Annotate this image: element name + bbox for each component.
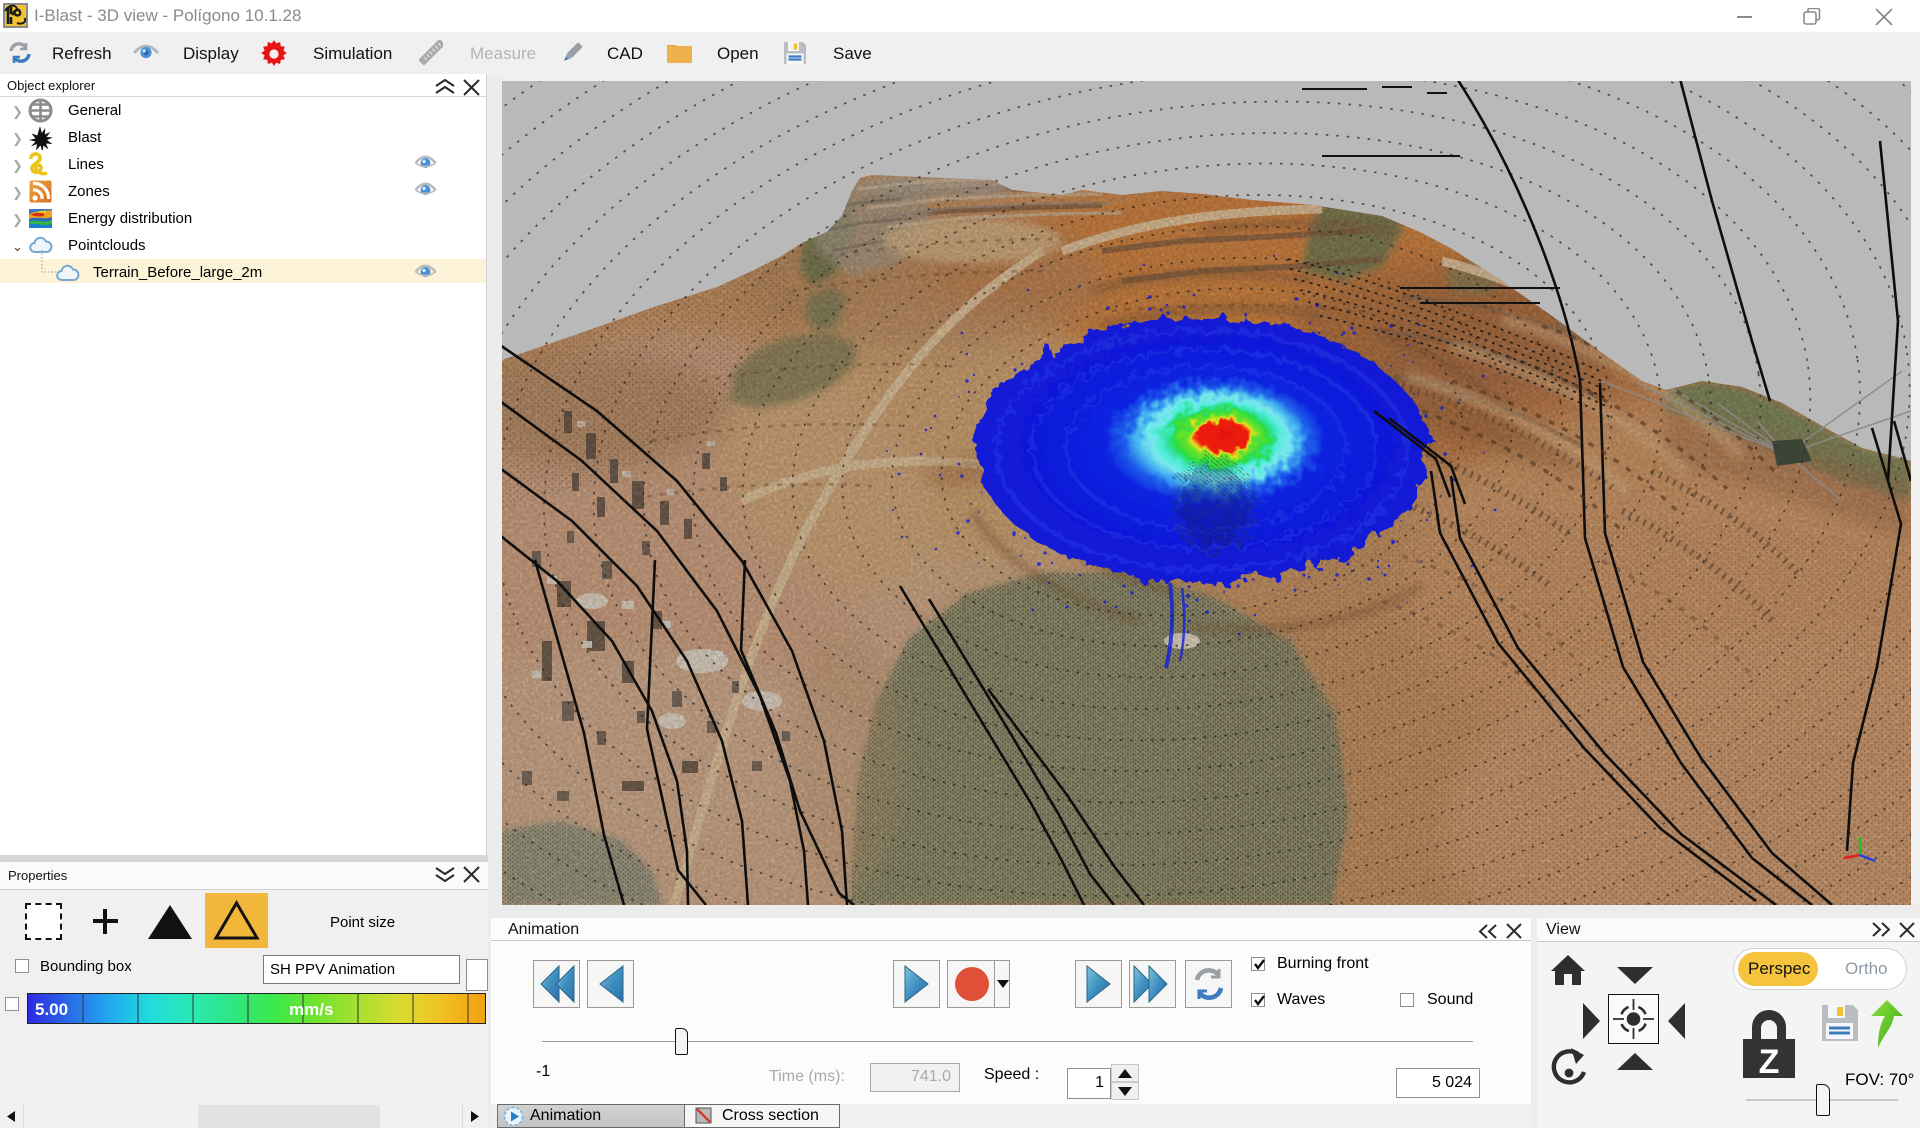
svg-text:5.00: 5.00 <box>35 1000 68 1019</box>
svg-text:Z: Z <box>1759 1043 1780 1080</box>
svg-text:mm/s: mm/s <box>289 1000 333 1019</box>
